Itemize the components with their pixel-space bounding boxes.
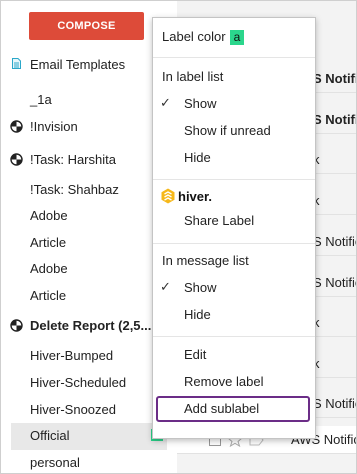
menu-section-in-label-list: In label list	[153, 66, 315, 90]
sidebar-item-1a[interactable]: _1a	[1, 87, 171, 114]
menu-item-share-label[interactable]: Share Label	[153, 210, 315, 234]
menu-item-label: Add sublabel	[184, 401, 260, 416]
sidebar-item-label: Official	[30, 428, 70, 443]
sidebar-item-task-harshita[interactable]: !Task: Harshita	[1, 147, 171, 174]
menu-item-edit[interactable]: Edit	[153, 344, 315, 368]
sidebar-item-label: Hiver-Scheduled	[30, 375, 127, 390]
email-sender: S Notifi	[313, 71, 357, 86]
section-heading: In label list	[162, 69, 224, 84]
menu-item-label: Show if unread	[184, 123, 271, 138]
menu-divider	[153, 336, 315, 337]
sidebar-item-label: personal	[30, 455, 80, 470]
sidebar-item-delete-report[interactable]: Delete Report (2,5...	[1, 313, 171, 340]
sidebar-item-adobe[interactable]: Adobe	[1, 203, 171, 230]
sidebar-item-label: Hiver-Snoozed	[30, 402, 116, 417]
menu-item-label: Share Label	[184, 213, 255, 228]
sidebar-item-label: !Invision	[30, 119, 78, 134]
menu-item-label: Show	[184, 280, 217, 295]
sidebar-item-label: _1a	[30, 92, 52, 107]
menu-item-add-sublabel[interactable]: Add sublabel	[153, 398, 315, 422]
sidebar-item-article[interactable]: Article	[1, 283, 171, 310]
checkmark-icon: ✓	[160, 95, 171, 110]
hiver-brand-text: hiver.	[178, 188, 212, 204]
label-options-menu: Label color a In label list ✓ Show Show i…	[152, 17, 316, 439]
sidebar-item-personal[interactable]: personal	[1, 450, 171, 473]
sidebar-item-label: Adobe	[30, 208, 68, 223]
menu-divider	[153, 57, 315, 58]
email-sender: S Notific	[313, 275, 357, 290]
sidebar-item-hiver-bumped[interactable]: Hiver-Bumped	[1, 343, 171, 370]
app-window: S Notifi S Notifi k k S Notific S Notifi…	[0, 0, 357, 474]
sidebar-item-label: Adobe	[30, 261, 68, 276]
menu-item-label: Show	[184, 96, 217, 111]
sidebar-item-invision[interactable]: !Invision	[1, 114, 171, 141]
section-heading: In message list	[162, 253, 249, 268]
checkmark-icon: ✓	[160, 279, 171, 294]
sidebar-item-official[interactable]: Official	[11, 423, 167, 450]
row-divider	[177, 453, 356, 454]
sidebar-item-label: Article	[30, 235, 67, 250]
sidebar-item-hiver-scheduled[interactable]: Hiver-Scheduled	[1, 370, 171, 397]
menu-item-show[interactable]: ✓ Show	[153, 93, 315, 117]
hiver-brand: hiver.	[153, 185, 315, 209]
sidebar-item-task-shahbaz[interactable]: !Task: Shahbaz	[1, 177, 171, 204]
menu-item-hide[interactable]: Hide	[153, 147, 315, 171]
sidebar-item-hiver-snoozed[interactable]: Hiver-Snoozed	[1, 397, 171, 424]
sidebar-item-label: !Task: Harshita	[30, 152, 116, 167]
menu-item-hide-message[interactable]: Hide	[153, 304, 315, 328]
half-circle-icon	[10, 319, 23, 332]
menu-section-in-message-list: In message list	[153, 250, 315, 274]
sidebar-item-label: Email Templates	[30, 57, 126, 72]
menu-divider	[153, 243, 315, 244]
menu-item-show-message[interactable]: ✓ Show	[153, 277, 315, 301]
sidebar-item-adobe[interactable]: Adobe	[1, 256, 171, 283]
half-circle-icon	[10, 120, 23, 133]
email-sender: S Notifi	[313, 112, 357, 127]
sidebar-item-label: Delete Report (2,5...	[30, 318, 152, 333]
menu-item-label-color[interactable]: Label color a	[153, 26, 315, 50]
sidebar-item-label: Hiver-Bumped	[30, 348, 114, 363]
menu-item-label: Edit	[184, 347, 207, 362]
email-sender: S Notific	[313, 234, 357, 249]
menu-item-remove-label[interactable]: Remove label	[153, 371, 315, 395]
sidebar-item-label: Article	[30, 288, 67, 303]
label-color-text: Label color	[162, 29, 226, 44]
sidebar-item-article[interactable]: Article	[1, 230, 171, 257]
menu-item-show-if-unread[interactable]: Show if unread	[153, 120, 315, 144]
compose-button[interactable]: COMPOSE	[29, 12, 144, 40]
menu-item-label: Remove label	[184, 374, 264, 389]
document-icon	[12, 58, 21, 69]
menu-item-label: Hide	[184, 307, 211, 322]
sidebar-item-label: !Task: Shahbaz	[30, 182, 119, 197]
menu-divider	[153, 179, 315, 180]
color-badge: a	[229, 30, 245, 45]
menu-item-label: Hide	[184, 150, 211, 165]
half-circle-icon	[10, 153, 23, 166]
sidebar-item-email-templates[interactable]: Email Templates	[1, 52, 171, 79]
hiver-logo-icon	[161, 188, 175, 204]
email-sender: S Notific	[313, 396, 357, 411]
